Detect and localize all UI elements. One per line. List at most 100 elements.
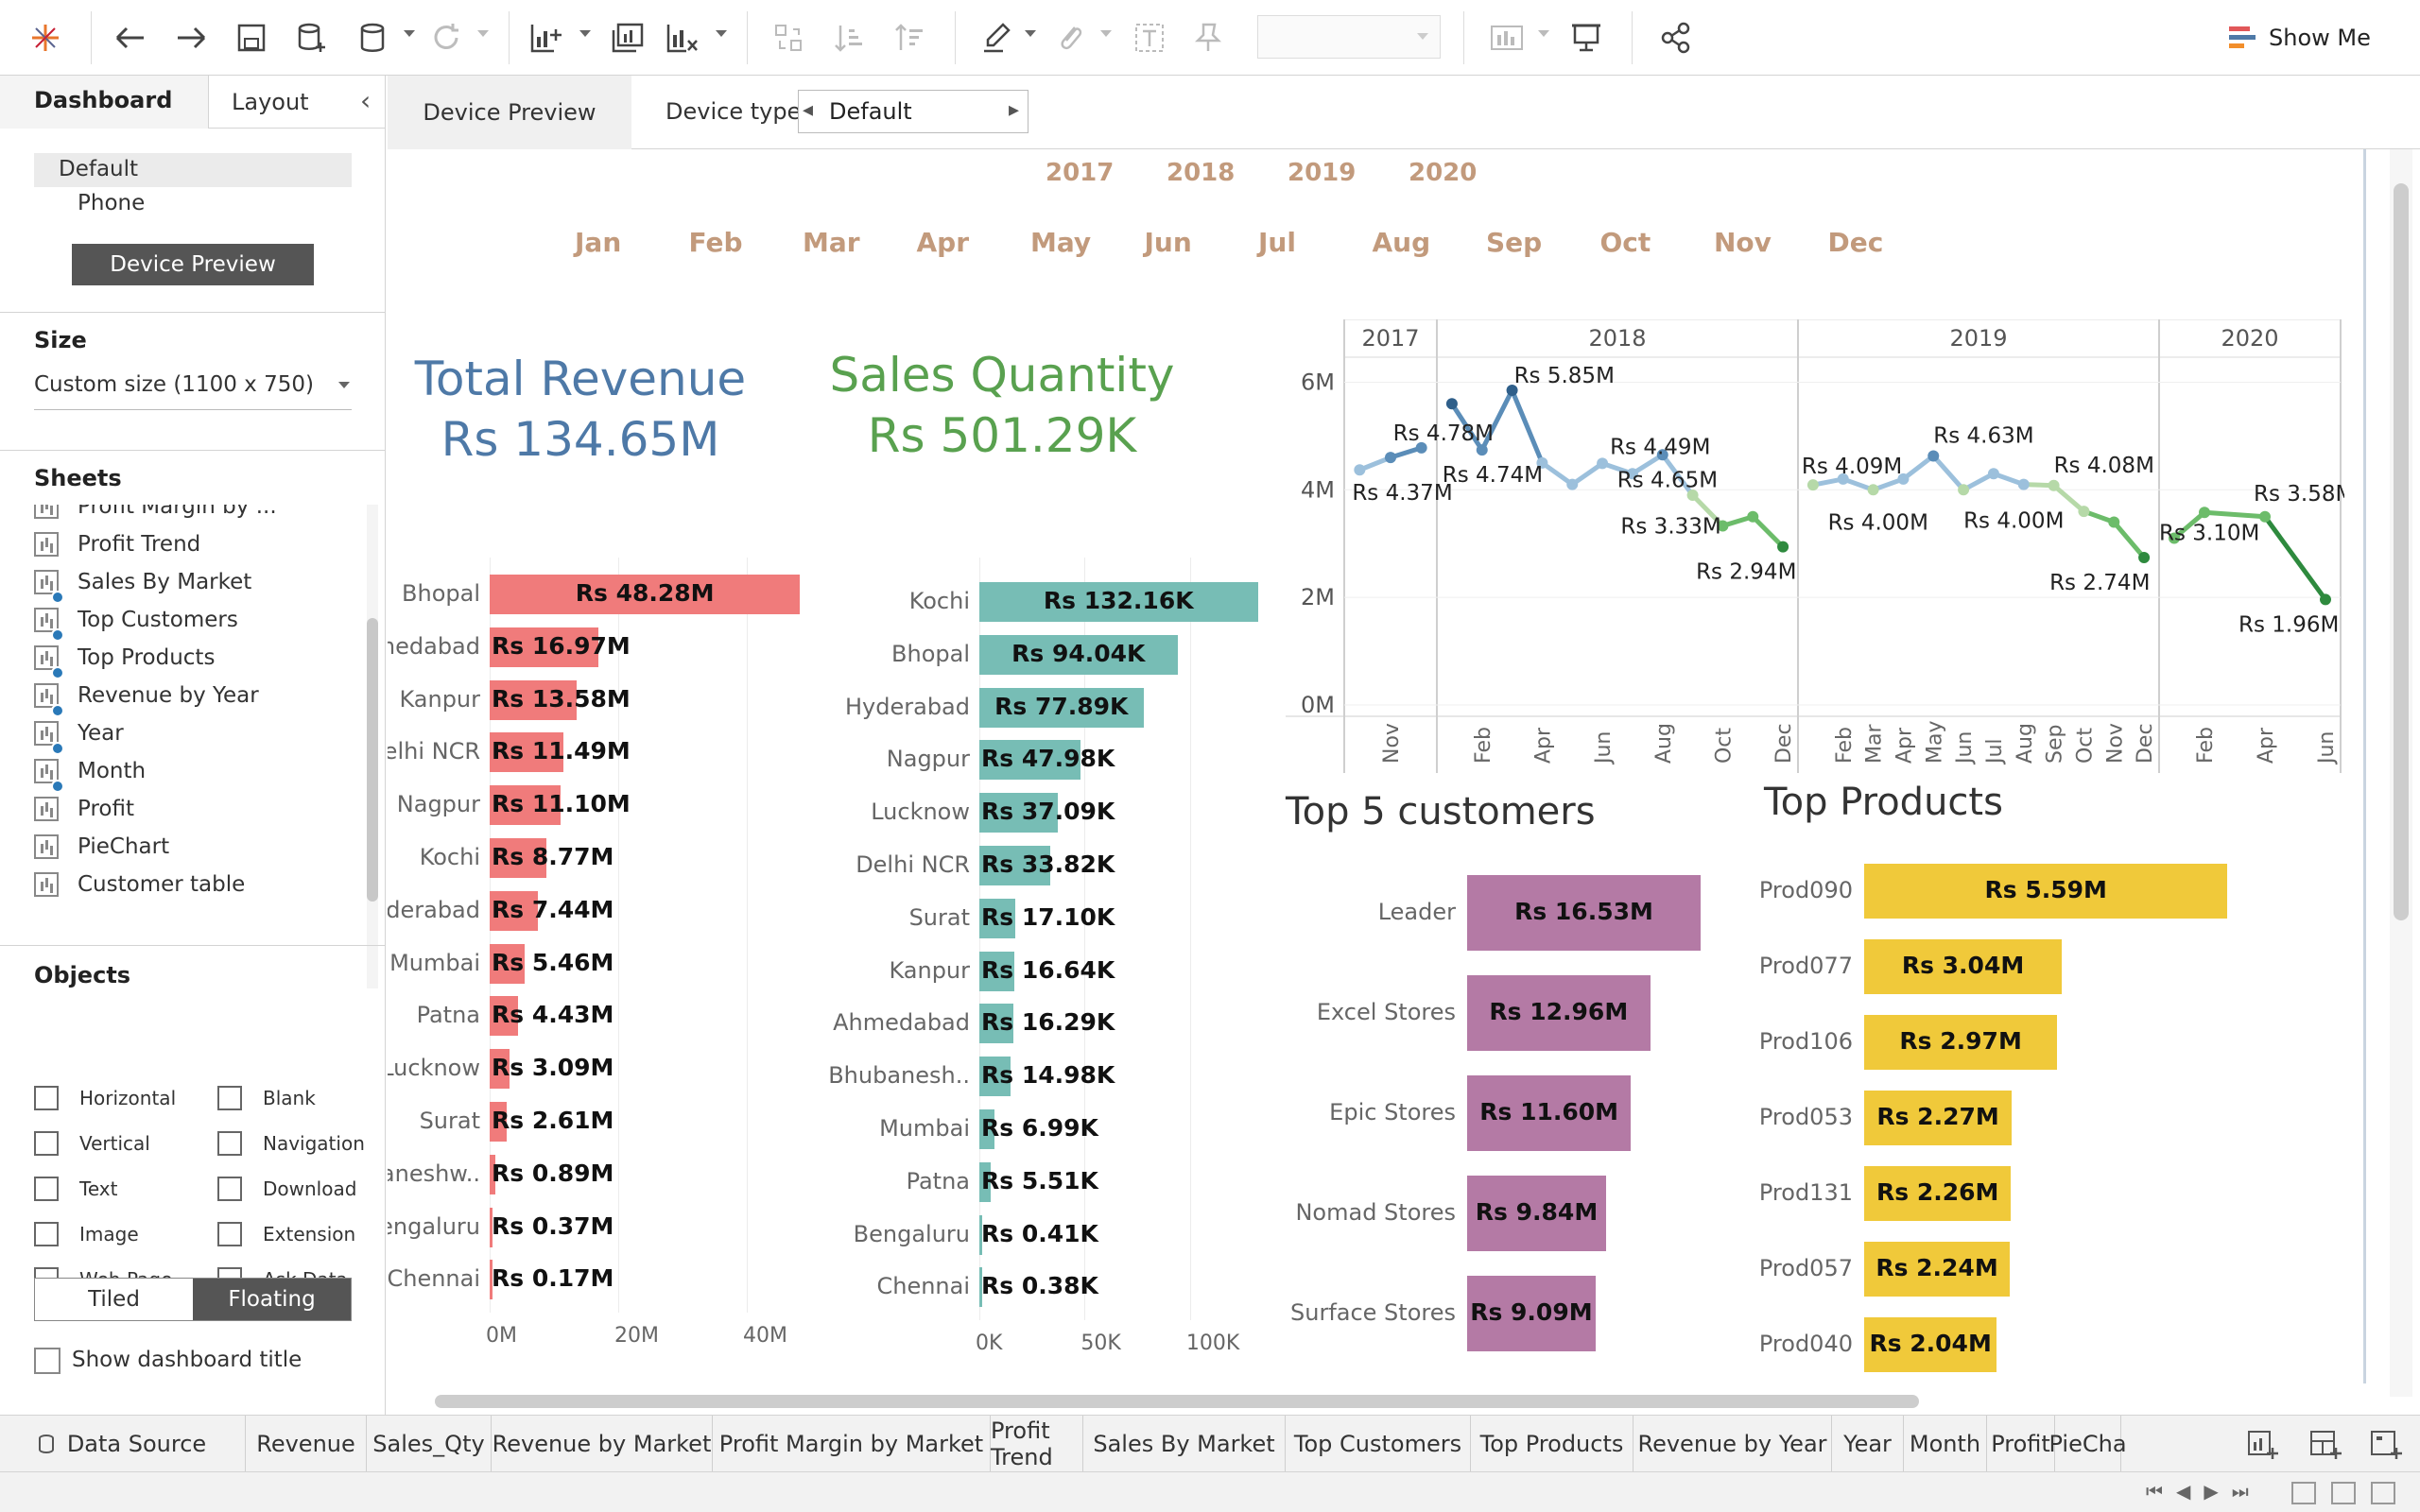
sheet-nav-icons[interactable]: ⏮◀▶⏭ <box>2146 1480 2262 1503</box>
tableau-logo-icon[interactable] <box>25 17 66 59</box>
sheet-item-revenue-by-year[interactable]: Revenue by Year <box>34 677 259 717</box>
tab-data-source[interactable]: Data Source <box>0 1416 246 1472</box>
show-cards-caret-icon[interactable] <box>1538 30 1549 37</box>
device-item-default[interactable]: Default <box>34 153 352 187</box>
show-labels-icon[interactable] <box>1129 17 1170 59</box>
month-filter-item[interactable]: Jun <box>1145 227 1192 258</box>
group-caret-icon[interactable] <box>1100 30 1112 37</box>
horizontal-scroll-thumb[interactable] <box>435 1395 1919 1408</box>
floating-button[interactable]: Floating <box>193 1279 351 1320</box>
month-filter-item[interactable]: Oct <box>1600 227 1651 258</box>
new-worksheet-caret-icon[interactable] <box>579 30 591 37</box>
highlight-icon[interactable] <box>976 17 1017 59</box>
sheet-item-profit-margin-by[interactable]: Profit Margin by ... <box>34 505 277 525</box>
grid-view-icon[interactable] <box>2291 1482 2316 1504</box>
month-filter-item[interactable]: Jan <box>575 227 621 258</box>
fix-axes-icon[interactable] <box>1187 17 1229 59</box>
size-dropdown[interactable]: Custom size (1100 x 750) <box>34 369 352 410</box>
year-filter-item[interactable]: 2017 <box>1046 159 1114 187</box>
sheet-item-month[interactable]: Month <box>34 752 146 793</box>
presentation-mode-icon[interactable] <box>1565 17 1607 59</box>
device-preview-tab[interactable]: Device Preview <box>388 76 631 149</box>
sheet-item-customer-table[interactable]: Customer table <box>34 866 245 903</box>
month-filter-item[interactable]: May <box>1030 227 1091 258</box>
show-me-button[interactable]: Show Me <box>2227 21 2371 55</box>
duplicate-sheet-icon[interactable] <box>607 17 648 59</box>
refresh-caret-icon[interactable] <box>477 30 489 37</box>
month-filter-item[interactable]: Nov <box>1714 227 1772 258</box>
month-filter-item[interactable]: Apr <box>917 227 970 258</box>
tab-piecha[interactable]: PieCha <box>2048 1416 2127 1472</box>
collapse-pane-icon[interactable]: ‹ <box>360 85 371 116</box>
object-image[interactable]: Image <box>34 1215 139 1253</box>
sheet-item-piechart[interactable]: PieChart <box>34 828 169 866</box>
refresh-icon[interactable] <box>425 17 467 59</box>
tab-sales-qty[interactable]: Sales_Qty <box>367 1416 492 1472</box>
tiled-button[interactable]: Tiled <box>35 1279 193 1320</box>
object-text[interactable]: Text <box>34 1170 117 1208</box>
datasource-caret-icon[interactable] <box>404 30 415 37</box>
filmstrip-view-icon[interactable] <box>2331 1482 2356 1504</box>
clear-sheet-caret-icon[interactable] <box>716 30 727 37</box>
sheet-item-profit-trend[interactable]: Profit Trend <box>34 525 200 563</box>
highlight-caret-icon[interactable] <box>1025 30 1036 37</box>
device-item-phone[interactable]: Phone <box>78 191 145 215</box>
year-filter-item[interactable]: 2018 <box>1167 159 1235 187</box>
next-device-icon[interactable]: ▸ <box>1009 98 1019 122</box>
sheets-scroll-thumb[interactable] <box>367 618 378 902</box>
fit-dropdown[interactable] <box>1257 15 1441 59</box>
tab-layout[interactable]: Layout ‹ <box>208 76 386 129</box>
vertical-scrollbar[interactable] <box>2390 149 2412 1397</box>
tab-revenue[interactable]: Revenue <box>246 1416 367 1472</box>
prev-device-icon[interactable]: ◂ <box>803 98 813 122</box>
save-icon[interactable] <box>231 17 272 59</box>
month-filter-item[interactable]: Aug <box>1373 227 1431 258</box>
tab-month[interactable]: Month <box>1904 1416 1987 1472</box>
tab-profit[interactable]: Profit <box>1987 1416 2055 1472</box>
sheet-item-sales-by-market[interactable]: Sales By Market <box>34 563 251 604</box>
group-members-icon[interactable] <box>1049 17 1091 59</box>
month-filter-item[interactable]: Feb <box>689 227 743 258</box>
sheet-item-top-products[interactable]: Top Products <box>34 639 215 679</box>
sort-descending-icon[interactable] <box>889 17 930 59</box>
sheets-scrollbar[interactable] <box>367 505 378 988</box>
tab-sales-by-market[interactable]: Sales By Market <box>1083 1416 1286 1472</box>
clear-sheet-icon[interactable] <box>662 17 703 59</box>
object-extension[interactable]: Extension <box>217 1215 355 1253</box>
sort-ascending-icon[interactable] <box>828 17 870 59</box>
object-blank[interactable]: Blank <box>217 1079 316 1117</box>
new-worksheet-icon[interactable] <box>526 17 567 59</box>
month-filter-item[interactable]: Mar <box>803 227 860 258</box>
show-cards-icon[interactable] <box>1486 17 1528 59</box>
tab-revenue-by-year[interactable]: Revenue by Year <box>1634 1416 1832 1472</box>
object-download[interactable]: Download <box>217 1170 356 1208</box>
tab-year[interactable]: Year <box>1832 1416 1904 1472</box>
tab-top-products[interactable]: Top Products <box>1471 1416 1634 1472</box>
new-datasource-icon[interactable] <box>291 17 333 59</box>
tabs-view-icon[interactable] <box>2371 1482 2395 1504</box>
tab-dashboard[interactable]: Dashboard <box>0 76 208 129</box>
sheet-item-year[interactable]: Year <box>34 714 124 755</box>
swap-icon[interactable] <box>768 17 809 59</box>
sheet-item-top-customers[interactable]: Top Customers <box>34 601 238 642</box>
month-filter-item[interactable]: Dec <box>1828 227 1884 258</box>
object-vertical[interactable]: Vertical <box>34 1125 150 1162</box>
device-type-select[interactable]: ◂ Default ▸ <box>798 90 1028 133</box>
device-preview-button[interactable]: Device Preview <box>72 244 314 285</box>
month-filter-item[interactable]: Jul <box>1258 227 1296 258</box>
tab-top-customers[interactable]: Top Customers <box>1286 1416 1471 1472</box>
tab-revenue-by-market[interactable]: Revenue by Market <box>492 1416 713 1472</box>
new-worksheet-tab-icon[interactable] <box>2246 1427 2280 1461</box>
month-filter-item[interactable]: Sep <box>1486 227 1542 258</box>
object-navigation[interactable]: Navigation <box>217 1125 365 1162</box>
redo-icon[interactable] <box>170 17 212 59</box>
object-horizontal[interactable]: Horizontal <box>34 1079 176 1117</box>
sheet-item-profit[interactable]: Profit <box>34 790 134 828</box>
tab-profit-trend[interactable]: Profit Trend <box>991 1416 1083 1472</box>
new-dashboard-tab-icon[interactable] <box>2308 1427 2342 1461</box>
new-story-tab-icon[interactable] <box>2369 1427 2403 1461</box>
year-filter-item[interactable]: 2019 <box>1288 159 1356 187</box>
share-icon[interactable] <box>1654 17 1696 59</box>
tab-profit-margin-by-market[interactable]: Profit Margin by Market <box>713 1416 991 1472</box>
show-title-checkbox[interactable] <box>34 1348 60 1374</box>
